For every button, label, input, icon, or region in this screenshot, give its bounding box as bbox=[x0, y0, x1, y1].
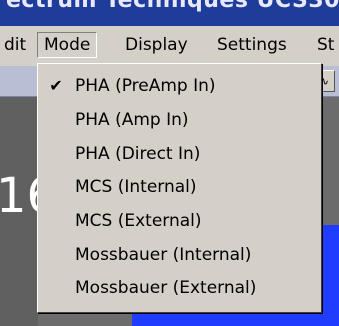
window-title: ectrum Techniques UCS30 b bbox=[6, 0, 339, 13]
menu-item-label: MCS (External) bbox=[75, 211, 202, 231]
menu-mode[interactable]: Mode bbox=[37, 32, 98, 58]
menu-st[interactable]: St bbox=[311, 34, 339, 56]
menu-item-pha-amp-in[interactable]: PHA (Amp In) bbox=[38, 104, 321, 136]
check-icon: ✔ bbox=[49, 76, 63, 95]
menu-item-label: PHA (Amp In) bbox=[75, 110, 189, 130]
menu-item-label: PHA (Direct In) bbox=[75, 144, 201, 164]
menu-item-label: MCS (Internal) bbox=[75, 177, 197, 197]
window-titlebar: ectrum Techniques UCS30 b bbox=[0, 0, 339, 26]
menu-item-label: Mossbauer (Internal) bbox=[75, 245, 252, 265]
menu-item-mossbauer-internal[interactable]: Mossbauer (Internal) bbox=[38, 239, 321, 271]
menu-item-label: Mossbauer (External) bbox=[75, 278, 257, 298]
menu-item-mcs-internal[interactable]: MCS (Internal) bbox=[38, 171, 321, 203]
mode-dropdown-menu: ✔ PHA (PreAmp In) PHA (Amp In) PHA (Dire… bbox=[37, 63, 322, 313]
menu-display[interactable]: Display bbox=[119, 34, 194, 56]
menu-bar: dit Mode Display Settings St bbox=[0, 26, 339, 67]
menu-edit[interactable]: dit bbox=[0, 34, 32, 56]
menu-item-pha-preamp-in[interactable]: ✔ PHA (PreAmp In) bbox=[38, 70, 321, 102]
menu-item-mossbauer-external[interactable]: Mossbauer (External) bbox=[38, 272, 321, 304]
menu-item-mcs-external[interactable]: MCS (External) bbox=[38, 205, 321, 237]
menu-settings[interactable]: Settings bbox=[211, 34, 293, 56]
menu-item-label: PHA (PreAmp In) bbox=[75, 76, 216, 96]
menu-item-pha-direct-in[interactable]: PHA (Direct In) bbox=[38, 138, 321, 170]
